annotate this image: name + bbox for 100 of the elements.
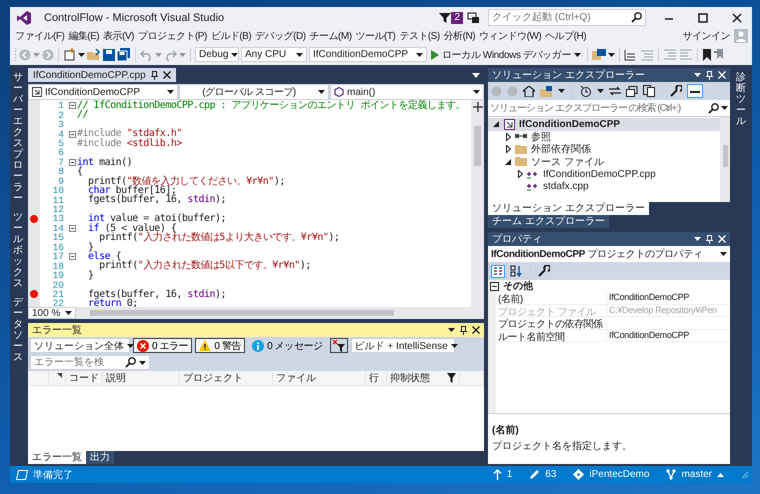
- step-icon[interactable]: [624, 48, 638, 60]
- menu-item[interactable]: ビルド(B): [208, 29, 254, 43]
- column-header[interactable]: ファイル: [273, 371, 366, 385]
- tab-list-icon[interactable]: [472, 72, 480, 78]
- wrench-icon[interactable]: [538, 265, 550, 277]
- run-button[interactable]: ローカル Windows デバッガー: [429, 48, 583, 62]
- collapse-icon[interactable]: [68, 130, 76, 138]
- dropdown-icon[interactable]: [694, 73, 701, 77]
- column-header[interactable]: コード: [66, 371, 103, 385]
- scroll-bar[interactable]: [471, 100, 484, 307]
- startup-project-dropdown[interactable]: IfConditionDemoCPP: [309, 47, 427, 62]
- tree-item[interactable]: IfConditionDemoCPP: [488, 118, 720, 130]
- collapsed-icon[interactable]: [518, 170, 522, 178]
- dropdown-icon[interactable]: [694, 237, 701, 241]
- windows-icon[interactable]: [592, 48, 606, 60]
- panel-tab[interactable]: エラー一覧: [28, 451, 86, 464]
- bookmark-icon[interactable]: [702, 48, 712, 60]
- menu-item[interactable]: ヘルプ(H): [543, 29, 588, 43]
- column-header[interactable]: プロジェクト: [180, 371, 273, 385]
- switch-views-icon[interactable]: [540, 86, 553, 96]
- zoom-dropdown[interactable]: 100 %: [28, 307, 76, 319]
- project-dropdown[interactable]: IfConditionDemoCPP: [28, 84, 178, 100]
- tree-item[interactable]: stdafx.cpp: [488, 180, 720, 193]
- property-name[interactable]: ルート名前空間: [496, 330, 607, 342]
- home-icon[interactable]: [523, 86, 535, 96]
- expanded-icon[interactable]: [505, 158, 511, 165]
- collapse-icon[interactable]: [68, 102, 76, 110]
- scroll-bar[interactable]: [720, 117, 730, 202]
- collapsed-icon[interactable]: [506, 145, 510, 154]
- push-count[interactable]: 1: [506, 469, 512, 480]
- change-count[interactable]: 63: [545, 469, 556, 480]
- filter-icon[interactable]: [439, 12, 452, 24]
- member-dropdown[interactable]: main(): [330, 84, 484, 100]
- wrench-icon[interactable]: [670, 85, 682, 97]
- collapse-icon[interactable]: [490, 282, 499, 290]
- new-item-icon[interactable]: [63, 48, 76, 61]
- pin-icon[interactable]: [460, 326, 467, 334]
- sign-in-link[interactable]: サインイン: [682, 29, 730, 43]
- property-name[interactable]: プロジェクトの依存関係: [496, 317, 607, 330]
- menu-item[interactable]: プロジェクト(P): [136, 29, 209, 43]
- save-icon[interactable]: [103, 48, 115, 60]
- history-icon[interactable]: [580, 85, 592, 97]
- collapse-icon[interactable]: [68, 224, 76, 232]
- panel-tab[interactable]: チーム エクスプローラー: [488, 215, 609, 228]
- preview-icon[interactable]: [687, 84, 703, 98]
- feedback-icon[interactable]: [467, 12, 480, 24]
- column-header[interactable]: 説明: [103, 371, 180, 385]
- side-tab[interactable]: データソース: [13, 297, 23, 363]
- collapse-icon[interactable]: [68, 158, 76, 166]
- breakpoint-icon[interactable]: [30, 214, 38, 223]
- menu-item[interactable]: デバッグ(D): [253, 29, 308, 43]
- side-tab[interactable]: ツールボックス: [13, 212, 23, 289]
- menu-item[interactable]: チーム(M): [308, 29, 354, 43]
- clear-filter-button[interactable]: [330, 338, 348, 353]
- filter-icon[interactable]: [447, 373, 456, 383]
- collapsed-icon[interactable]: [506, 132, 510, 141]
- close-icon[interactable]: [162, 71, 171, 79]
- source-dropdown[interactable]: ビルド + IntelliSense: [350, 338, 455, 353]
- breakpoint-icon[interactable]: [30, 290, 38, 298]
- dropdown-icon[interactable]: [448, 328, 455, 332]
- column-header[interactable]: 行: [366, 371, 387, 385]
- property-value[interactable]: IfConditionDemoCPP: [607, 330, 730, 342]
- alphabetical-icon[interactable]: [510, 265, 523, 277]
- quick-launch-field[interactable]: クイック起動 (Ctrl+Q): [488, 9, 646, 26]
- menu-item[interactable]: テスト(S): [397, 29, 442, 43]
- panel-tab[interactable]: ソリューション エクスプローラー: [488, 202, 649, 215]
- open-folder-icon[interactable]: [87, 48, 101, 60]
- collapse-all-icon[interactable]: [626, 86, 638, 96]
- search-field[interactable]: エラー一覧を検: [30, 355, 150, 370]
- tree-item[interactable]: IfConditionDemoCPP.cpp: [488, 168, 720, 180]
- filter-button[interactable]: 0 エラー: [133, 338, 192, 353]
- categorized-icon[interactable]: [491, 264, 505, 278]
- side-tab[interactable]: 診断ツール: [736, 72, 746, 127]
- repository-name[interactable]: iPentecDemo: [589, 469, 650, 480]
- property-name[interactable]: (名前): [496, 292, 607, 304]
- document-tab[interactable]: IfConditionDemoCPP.cpp: [28, 68, 176, 82]
- close-icon[interactable]: [472, 326, 480, 334]
- menu-item[interactable]: ウィンドウ(W): [477, 29, 544, 43]
- menu-item[interactable]: 分析(N): [442, 29, 478, 43]
- scope-dropdown[interactable]: ソリューション全体: [30, 338, 130, 353]
- column-header[interactable]: 抑制状態: [387, 371, 460, 385]
- menu-item[interactable]: 編集(E): [66, 29, 102, 43]
- show-all-files-icon[interactable]: [643, 85, 655, 97]
- pin-icon[interactable]: [150, 70, 158, 80]
- branch-selector[interactable]: master: [666, 469, 724, 480]
- expanded-icon[interactable]: [493, 121, 499, 128]
- filter-button[interactable]: 0 メッセージ: [248, 338, 327, 353]
- menu-item[interactable]: ツール(T): [354, 29, 398, 43]
- scroll-thumb[interactable]: [90, 310, 394, 316]
- platform-dropdown[interactable]: Any CPU: [241, 47, 307, 62]
- menu-item[interactable]: ファイル(F): [13, 29, 66, 43]
- tree-item[interactable]: 外部依存関係: [488, 143, 720, 156]
- side-tab[interactable]: サーバーエクスプローラー: [13, 72, 23, 204]
- filter-button[interactable]: 0 警告: [195, 338, 246, 353]
- property-value[interactable]: IfConditionDemoCPP: [607, 292, 730, 304]
- configuration-dropdown[interactable]: Debug: [195, 47, 239, 62]
- collapse-icon[interactable]: [68, 253, 76, 260]
- save-all-icon[interactable]: [117, 48, 131, 61]
- scroll-thumb[interactable]: [722, 145, 728, 167]
- menu-item[interactable]: 表示(V): [101, 29, 136, 43]
